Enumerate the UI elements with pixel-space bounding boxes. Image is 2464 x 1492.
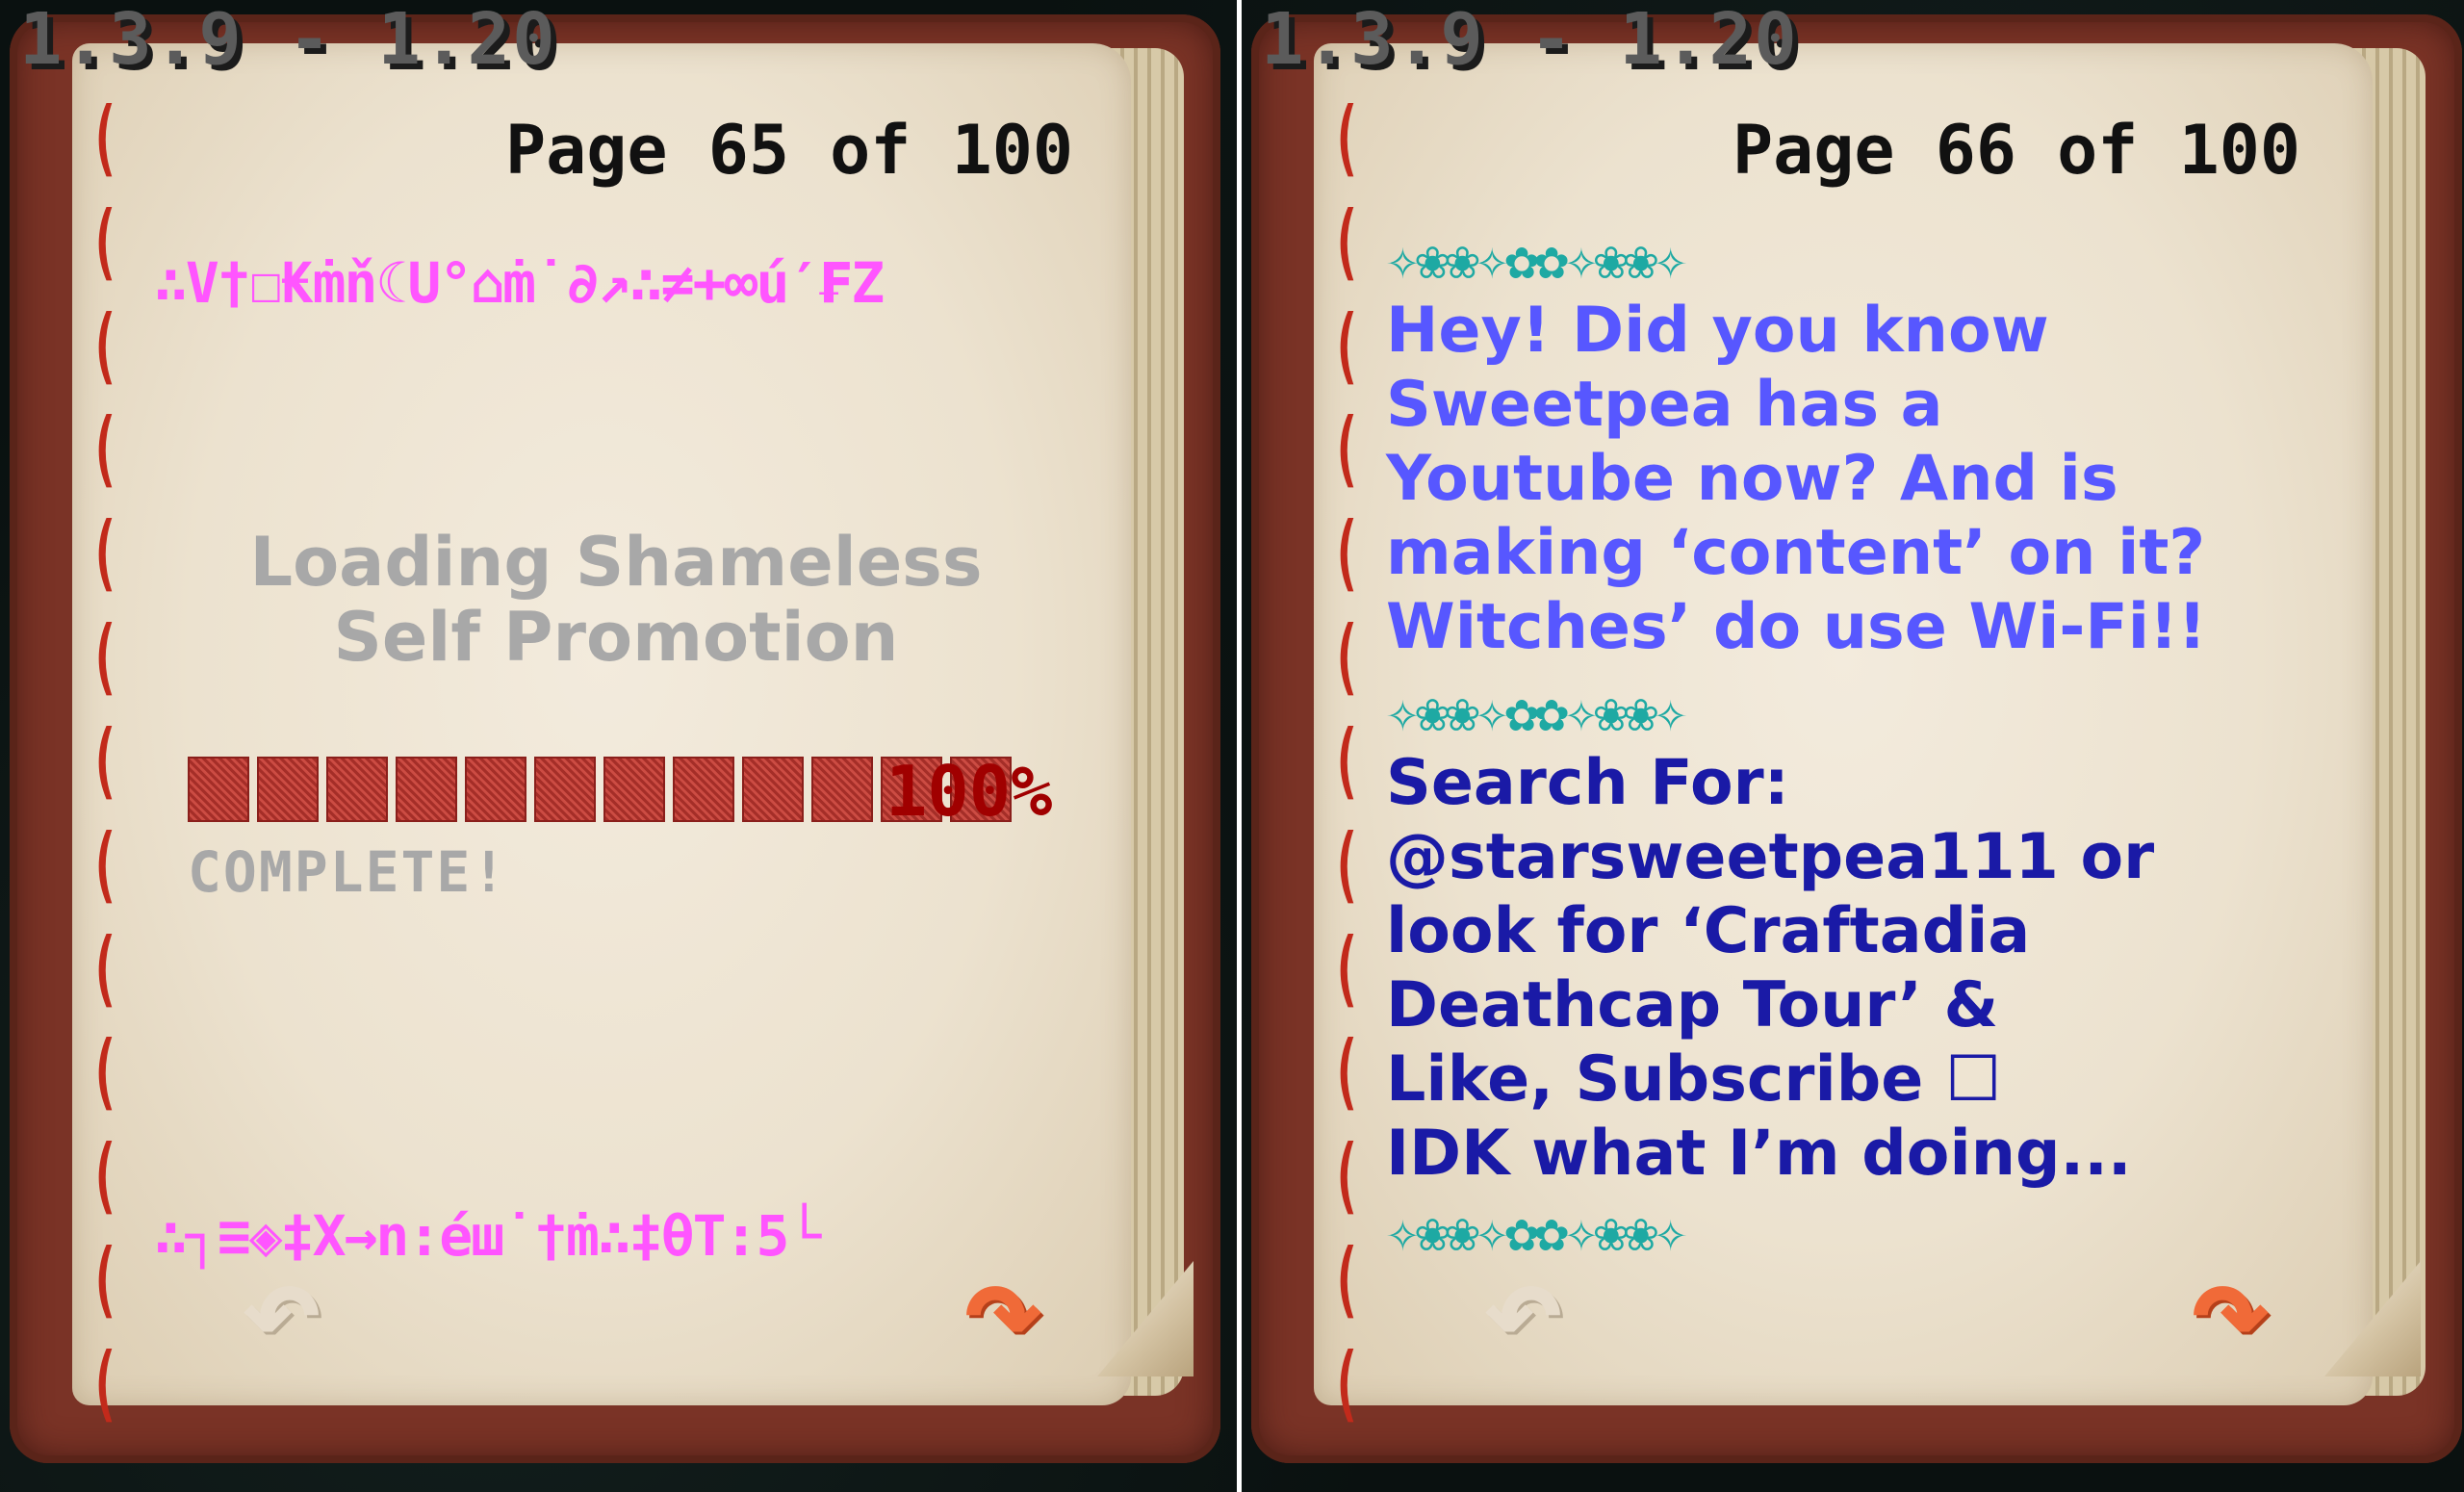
next-page-button[interactable]: ↷ [2191,1242,2272,1376]
promo-text: Hey! Did you know Sweetpea has a Youtube… [1386,294,2368,664]
promo-line: Hey! Did you know [1386,295,2049,367]
loading-line-1: Loading Shameless [249,523,983,602]
progress-percent: 100% [886,751,1053,832]
progress-block [742,757,804,822]
page-number: Page 66 of 100 [1732,111,2300,190]
search-line: @starsweetpea111 or [1386,821,2155,893]
obfuscated-text-top: ∴V†☐₭ṁň☾U°⌂ṁ˙∂↗∴≠+∞ú′₣Z [154,250,885,316]
promo-line: Youtube now? And is [1386,443,2118,515]
progress-block [534,757,596,822]
previous-page-button[interactable]: ↶ [1482,1242,1563,1376]
version-label: 1.3.9 - 1.20 [1261,0,1799,81]
progress-block [603,757,665,822]
book-panel-left: ((((((((((((( 1.3.9 - 1.20 Page 65 of 10… [0,0,1237,1492]
book-panel-right: ((((((((((((( 1.3.9 - 1.20 Page 66 of 10… [1242,0,2464,1492]
complete-label: COMPLETE! [188,839,508,905]
next-page-button[interactable]: ↷ [963,1242,1044,1376]
loading-line-2: Self Promotion [333,598,899,677]
search-line: Deathcap Tour’ & [1386,969,1999,1042]
version-label: 1.3.9 - 1.20 [19,0,557,81]
curved-arrow-next-icon: ↷ [962,1230,1044,1387]
search-line: IDK what I’m doing... [1386,1118,2132,1190]
curved-arrow-next-icon: ↷ [2190,1230,2272,1387]
progress-block [188,757,249,822]
search-instructions: Search For: @starsweetpea111 or look for… [1386,746,2368,1191]
curved-arrow-back-icon: ↶ [1482,1230,1564,1387]
loading-title: Loading Shameless Self Promotion [192,525,1040,675]
progress-block [811,757,873,822]
page-number: Page 65 of 100 [504,111,1073,190]
flower-divider-middle: ✧❀❀✧✿✿✧❀❀✧ [1386,679,1687,744]
book-binding: ((((((((((((( [1331,90,1362,1431]
promo-line: Witches’ do use Wi-Fi!! [1386,591,2207,663]
curved-arrow-back-icon: ↶ [241,1230,322,1387]
previous-page-button[interactable]: ↶ [241,1242,321,1376]
progress-block [396,757,457,822]
flower-divider-top: ✧❀❀✧✿✿✧❀❀✧ [1386,226,1687,292]
progress-block [673,757,734,822]
progress-block [257,757,319,822]
search-line: Like, Subscribe ☐ [1386,1043,2002,1116]
promo-line: making ‘content’ on it? [1386,517,2206,589]
search-line: look for ‘Craftadia [1386,895,2031,967]
book-page [72,43,1131,1405]
search-line: Search For: [1386,747,1789,819]
progress-block [465,757,526,822]
book-binding: ((((((((((((( [90,90,120,1431]
promo-line: Sweetpea has a [1386,369,1943,441]
progress-block [326,757,388,822]
